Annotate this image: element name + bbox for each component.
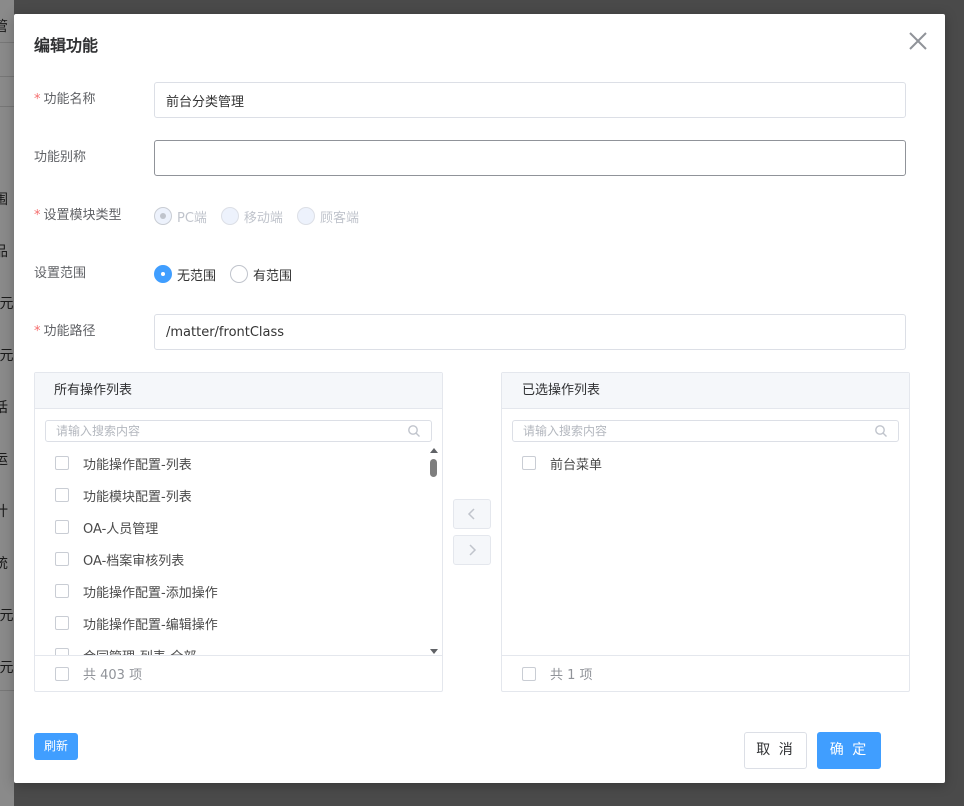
list-item[interactable]: 功能模块配置-列表	[35, 479, 427, 511]
list-item[interactable]: 功能操作配置-编辑操作	[35, 607, 427, 639]
list-item[interactable]: OA-人员管理	[35, 511, 427, 543]
confirm-button[interactable]: 确 定	[817, 732, 881, 769]
chevron-left-icon	[467, 508, 475, 520]
refresh-button[interactable]: 刷新	[34, 733, 78, 760]
module-type-row: * 设置模块类型 PC端 移动端 顾客端	[34, 198, 906, 234]
radio-label: 顾客端	[319, 210, 359, 226]
item-label: OA-档案审核列表	[83, 553, 185, 569]
panel-footer: 共 1 项	[502, 655, 909, 691]
close-button[interactable]	[907, 30, 929, 52]
checkbox[interactable]	[55, 488, 69, 502]
module-type-radio-group: PC端 移动端 顾客端	[154, 198, 373, 234]
move-left-button[interactable]	[453, 499, 491, 529]
item-label: 功能操作配置-列表	[83, 457, 192, 473]
list-item[interactable]: 合同管理-列表-全部	[35, 639, 427, 655]
search-icon	[875, 425, 887, 437]
list-item[interactable]: OA-档案审核列表	[35, 543, 427, 575]
scroll-thumb[interactable]	[430, 459, 437, 477]
checkbox[interactable]	[55, 648, 69, 655]
panel-title: 已选操作列表	[502, 373, 909, 409]
dialog-title: 编辑功能	[34, 36, 99, 55]
cancel-button[interactable]: 取 消	[744, 732, 807, 769]
selected-list: 前台菜单	[502, 447, 894, 655]
required-mark: *	[34, 92, 41, 107]
radio-has-scope[interactable]: 有范围	[230, 265, 292, 284]
close-icon	[909, 32, 927, 50]
module-type-label: * 设置模块类型	[34, 208, 122, 223]
radio-button[interactable]	[154, 207, 172, 225]
item-count: 共 1 项	[550, 668, 593, 683]
scope-row: 设置范围 无范围 有范围	[34, 256, 906, 292]
scroll-up-icon[interactable]	[430, 448, 438, 453]
function-name-row: * 功能名称	[34, 82, 906, 118]
function-path-label: * 功能路径	[34, 324, 96, 339]
chevron-right-icon	[469, 544, 477, 556]
panel-title: 所有操作列表	[35, 373, 442, 409]
function-name-input[interactable]	[154, 82, 906, 118]
item-label: 功能模块配置-列表	[83, 489, 192, 505]
item-label: 合同管理-列表-全部	[83, 646, 196, 656]
radio-label: 移动端	[243, 210, 283, 226]
radio-button[interactable]	[296, 207, 315, 225]
radio-mobile[interactable]: 移动端	[220, 207, 283, 226]
scope-label: 设置范围	[34, 266, 87, 281]
item-label: 功能操作配置-添加操作	[83, 585, 218, 601]
function-alias-label: 功能别称	[34, 150, 87, 165]
list-item[interactable]: 功能操作配置-列表	[35, 447, 427, 479]
item-count: 共 403 项	[83, 668, 143, 683]
checkbox[interactable]	[522, 456, 536, 470]
required-mark: *	[34, 324, 41, 339]
list-item[interactable]: 功能操作配置-添加操作	[35, 575, 427, 607]
edit-function-dialog: 编辑功能 *功能名称 功能别称 *设置模块类型 PC端 移动端 顾客端	[14, 14, 945, 783]
checkbox[interactable]	[55, 552, 69, 566]
function-alias-row: 功能别称	[34, 140, 906, 176]
function-path-row: * 功能路径	[34, 314, 906, 350]
panel-footer: 共 403 项	[35, 655, 442, 691]
item-label: 前台菜单	[550, 457, 603, 473]
radio-no-scope[interactable]: 无范围	[154, 265, 216, 284]
function-alias-input[interactable]	[154, 140, 906, 176]
move-right-button[interactable]	[453, 535, 491, 565]
function-name-label: * 功能名称	[34, 92, 96, 107]
selected-operations-panel: 已选操作列表 前台菜单 共 1 项	[501, 372, 910, 692]
checkbox[interactable]	[55, 584, 69, 598]
scrollbar[interactable]	[427, 445, 441, 657]
checkbox[interactable]	[55, 616, 69, 630]
radio-pc[interactable]: PC端	[154, 207, 207, 226]
item-label: 功能操作配置-编辑操作	[83, 617, 218, 633]
radio-label: 无范围	[177, 268, 217, 284]
search-input[interactable]	[513, 421, 873, 441]
radio-button[interactable]	[220, 207, 239, 225]
function-path-input[interactable]	[154, 314, 906, 350]
checkbox[interactable]	[55, 456, 69, 470]
radio-button[interactable]	[154, 265, 172, 283]
radio-label: 有范围	[253, 268, 293, 284]
select-all-checkbox[interactable]	[522, 666, 536, 681]
radio-button[interactable]	[230, 265, 249, 283]
required-mark: *	[34, 208, 41, 223]
select-all-checkbox[interactable]	[55, 666, 69, 681]
scope-radio-group: 无范围 有范围	[154, 256, 306, 292]
list-item[interactable]: 前台菜单	[502, 447, 894, 479]
radio-label: PC端	[177, 210, 207, 226]
operations-list: 功能操作配置-列表 功能模块配置-列表 OA-人员管理 OA-档案审核列表 功能…	[35, 447, 427, 655]
radio-customer[interactable]: 顾客端	[296, 207, 359, 226]
item-label: OA-人员管理	[83, 521, 159, 537]
scroll-down-icon[interactable]	[430, 649, 438, 654]
panel-search	[45, 420, 432, 442]
checkbox[interactable]	[55, 520, 69, 534]
all-operations-panel: 所有操作列表 功能操作配置-列表 功能模块配置-列表 OA-人员管理 OA-档案…	[34, 372, 443, 692]
panel-search	[512, 420, 899, 442]
search-icon	[408, 425, 420, 437]
search-input[interactable]	[46, 421, 406, 441]
